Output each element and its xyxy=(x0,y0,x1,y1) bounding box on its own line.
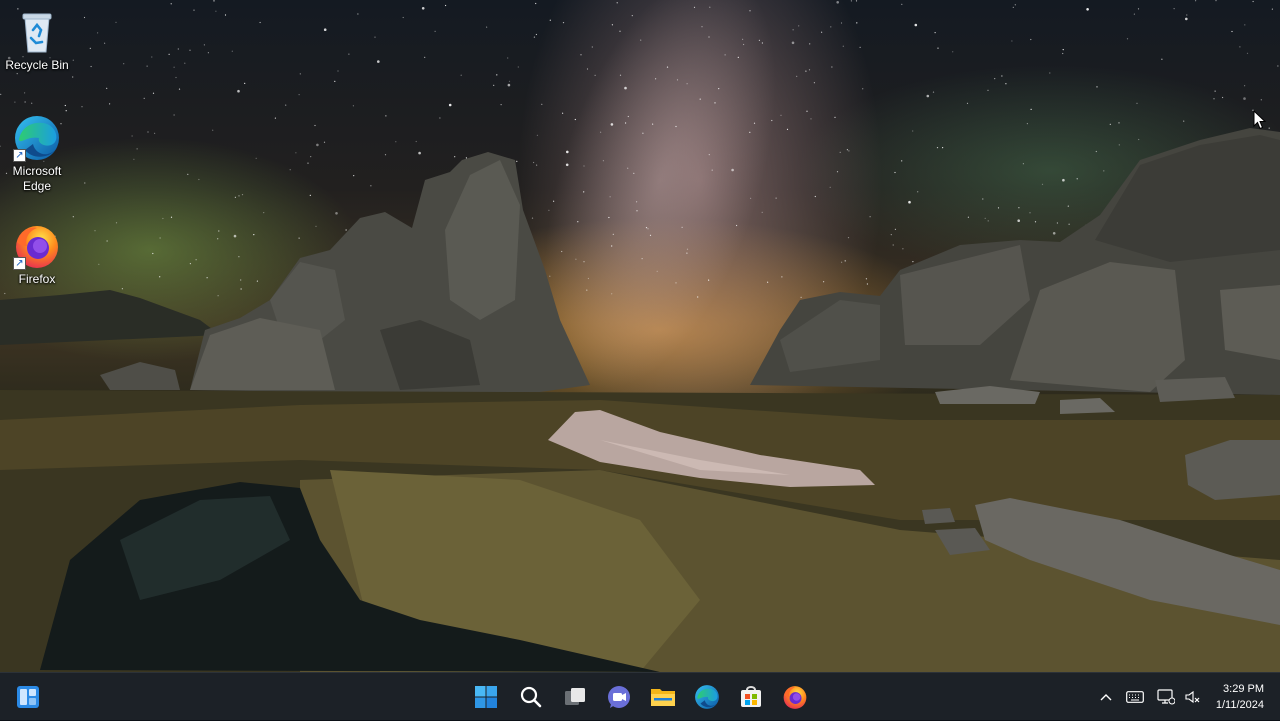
store-button[interactable] xyxy=(733,679,769,715)
chat-icon xyxy=(608,686,630,708)
volume-muted-icon xyxy=(1185,690,1200,704)
desktop-icon-firefox[interactable]: ↗ Firefox xyxy=(0,222,74,287)
firefox-icon xyxy=(783,686,807,709)
clock-date: 1/11/2024 xyxy=(1215,699,1264,711)
folder-icon xyxy=(651,689,675,706)
widgets-button[interactable] xyxy=(10,679,46,715)
widgets-icon xyxy=(17,686,39,708)
edge-icon xyxy=(695,685,719,709)
keyboard-icon xyxy=(1126,691,1144,703)
shortcut-arrow-icon: ↗ xyxy=(13,149,26,162)
shortcut-arrow-icon: ↗ xyxy=(13,257,26,270)
network-button[interactable] xyxy=(1155,673,1177,721)
desktop-icon-label: Firefox xyxy=(18,272,56,286)
file-explorer-button[interactable] xyxy=(645,679,681,715)
recycle-bin-icon xyxy=(13,8,61,56)
search-icon xyxy=(520,686,542,708)
desktop-wallpaper[interactable]: Recycle Bin ↗ Microsoft Edge ↗ Firefox xyxy=(0,0,1280,672)
desktop-icon-label: Microsoft Edge xyxy=(12,164,62,193)
keyboard-input-button[interactable] xyxy=(1124,673,1146,721)
firefox-taskbar-button[interactable] xyxy=(777,679,813,715)
search-button[interactable] xyxy=(513,679,549,715)
show-hidden-icons-button[interactable] xyxy=(1096,673,1116,721)
clock-time: 3:29 PM xyxy=(1223,683,1264,695)
task-view-button[interactable] xyxy=(557,679,593,715)
mouse-cursor-icon xyxy=(1253,110,1267,130)
firefox-icon: ↗ xyxy=(13,222,61,270)
desktop-icon-label: Recycle Bin xyxy=(5,58,69,72)
edge-icon: ↗ xyxy=(13,114,61,162)
desktop-icon-microsoft-edge[interactable]: ↗ Microsoft Edge xyxy=(0,114,74,194)
network-icon xyxy=(1157,689,1175,705)
clock-button[interactable]: 3:29 PM 1/11/2024 xyxy=(1200,681,1264,713)
edge-taskbar-button[interactable] xyxy=(689,679,725,715)
chevron-up-icon xyxy=(1100,694,1112,701)
taskbar: 3:29 PM 1/11/2024 xyxy=(0,672,1280,720)
landscape-scene xyxy=(0,128,1280,672)
store-icon xyxy=(741,686,761,707)
start-button[interactable] xyxy=(468,679,504,715)
desktop-icon-recycle-bin[interactable]: Recycle Bin xyxy=(0,8,74,73)
windows-start-icon xyxy=(475,686,497,708)
chat-button[interactable] xyxy=(601,679,637,715)
task-view-icon xyxy=(565,688,585,705)
